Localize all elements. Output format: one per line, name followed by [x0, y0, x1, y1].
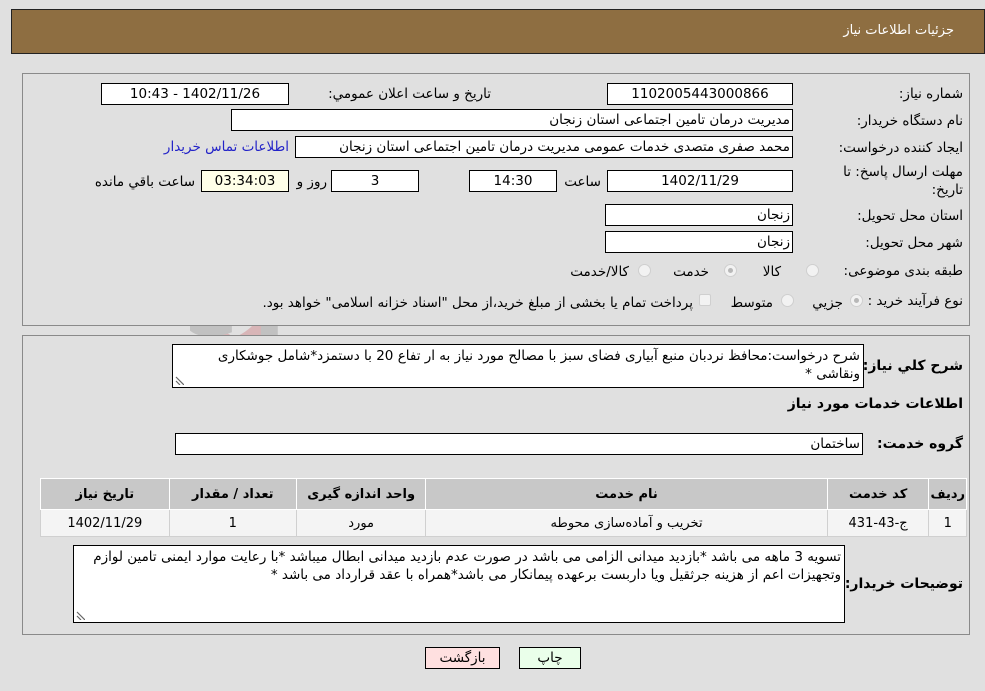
deadline-label-2: تاریخ: — [931, 182, 963, 198]
buyer-contact-link[interactable]: اطلاعات تماس خریدار — [164, 139, 289, 155]
purchase-type-minor-label: جزيي — [812, 295, 843, 311]
need-number-field[interactable]: 1102005443000866 — [607, 83, 793, 105]
col-date-header: تاریخ نیاز — [40, 478, 170, 510]
service-group-field[interactable]: ساختمان — [175, 433, 863, 455]
col-qty-header: تعداد / مقدار — [168, 478, 297, 510]
buyer-notes-text: تسویه 3 ماهه می باشد *بازدید میدانی الزا… — [93, 549, 841, 583]
category-goods-label: کالا — [762, 264, 781, 280]
deadline-label: مهلت ارسال پاسخ: تا — [843, 164, 963, 180]
col-code-header: کد خدمت — [826, 478, 930, 510]
table-row: 1 ج-43-431 تخریب و آماده‌سازی محوطه مورد… — [40, 509, 967, 537]
purchase-type-label: نوع فرآیند خرید : — [867, 293, 963, 309]
service-group-label: گروه خدمت: — [877, 436, 963, 452]
need-number-label: شماره نیاز: — [898, 86, 963, 102]
print-button[interactable]: چاپ — [519, 647, 581, 669]
col-name-header: نام خدمت — [425, 478, 828, 510]
cell-unit: مورد — [295, 509, 427, 537]
purchase-type-radio-medium[interactable] — [781, 294, 794, 307]
category-label: طبقه بندی موضوعی: — [843, 263, 963, 279]
description-textarea[interactable]: شرح درخواست:محافظ نردبان منبع آبیاری فضا… — [172, 344, 864, 388]
requester-label: ایجاد کننده درخواست: — [838, 140, 963, 156]
purchase-type-medium-label: متوسط — [730, 295, 773, 311]
back-button[interactable]: بازگشت — [425, 647, 500, 669]
delivery-city-field[interactable]: زنجان — [605, 231, 793, 253]
buyer-org-field[interactable]: مدیریت درمان تامین اجتماعی استان زنجان — [231, 109, 793, 131]
deadline-time-field[interactable]: 14:30 — [469, 170, 557, 192]
col-row-header: ردیف — [928, 478, 967, 510]
cell-code: ج-43-431 — [826, 509, 930, 537]
cell-date: 1402/11/29 — [40, 509, 170, 537]
cell-row: 1 — [928, 509, 967, 537]
description-label: شرح کلي نياز: — [862, 358, 963, 374]
page-header: جزئیات اطلاعات نیاز — [11, 9, 985, 54]
remaining-time-label: ساعت باقي مانده — [94, 174, 195, 190]
purchase-type-radio-minor[interactable] — [850, 294, 863, 307]
announce-datetime-label: تاریخ و ساعت اعلان عمومي: — [328, 86, 491, 102]
description-text: شرح درخواست:محافظ نردبان منبع آبیاری فضا… — [217, 348, 860, 382]
remaining-time-field[interactable]: 03:34:03 — [201, 170, 289, 192]
category-service-label: خدمت — [673, 264, 709, 280]
category-goods-service-label: کالا/خدمت — [570, 264, 629, 280]
announce-datetime-field[interactable]: 1402/11/26 - 10:43 — [101, 83, 289, 105]
treasury-note: پرداخت تمام یا بخشی از مبلغ خرید،از محل … — [262, 295, 693, 311]
deadline-time-label: ساعت — [564, 174, 601, 190]
table-header-row: ردیف کد خدمت نام خدمت واحد اندازه گیری ت… — [40, 478, 967, 510]
description-panel: شرح کلي نياز: شرح درخواست:محافظ نردبان م… — [22, 335, 970, 635]
resize-grip-icon[interactable] — [175, 376, 184, 385]
cell-qty: 1 — [168, 509, 297, 537]
delivery-province-field[interactable]: زنجان — [605, 204, 793, 226]
cell-name: تخریب و آماده‌سازی محوطه — [425, 509, 828, 537]
services-section-title: اطلاعات خدمات مورد نیاز — [787, 396, 963, 412]
category-radio-goods[interactable] — [806, 264, 819, 277]
buyer-notes-textarea[interactable]: تسویه 3 ماهه می باشد *بازدید میدانی الزا… — [73, 545, 845, 623]
need-info-panel: شماره نیاز: 1102005443000866 تاریخ و ساع… — [22, 73, 970, 326]
buyer-org-label: نام دستگاه خریدار: — [856, 113, 963, 129]
delivery-province-label: استان محل تحویل: — [857, 208, 963, 224]
category-radio-service[interactable] — [724, 264, 737, 277]
deadline-date-field[interactable]: 1402/11/29 — [607, 170, 793, 192]
buyer-notes-label: توضیحات خریدار: — [844, 576, 963, 592]
services-table: ردیف کد خدمت نام خدمت واحد اندازه گیری ت… — [40, 478, 967, 537]
treasury-checkbox[interactable] — [699, 294, 711, 306]
requester-field[interactable]: محمد صفری متصدی خدمات عمومی مدیریت درمان… — [295, 136, 793, 158]
category-radio-goods-service[interactable] — [638, 264, 651, 277]
page-title: جزئیات اطلاعات نیاز — [843, 23, 954, 38]
delivery-city-label: شهر محل تحویل: — [865, 235, 963, 251]
remaining-days-field[interactable]: 3 — [331, 170, 419, 192]
col-unit-header: واحد اندازه گیری — [295, 478, 427, 510]
resize-grip-icon[interactable] — [76, 611, 85, 620]
days-label: روز و — [296, 174, 327, 190]
